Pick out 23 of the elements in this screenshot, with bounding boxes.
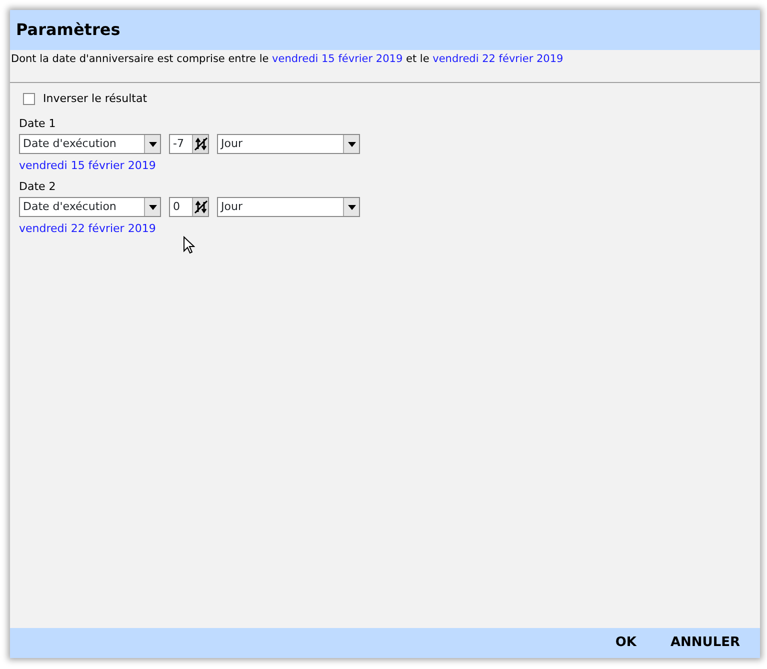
spin-arrows-icon [194,137,208,151]
offset-spinner[interactable]: -7 [169,134,209,154]
ok-button[interactable]: OK [615,633,636,653]
date-label: Date 2 [19,178,57,194]
dropdown-arrow-icon [348,142,356,146]
dropdown-arrow-icon [148,142,156,146]
cancel-button[interactable]: ANNULER [670,633,740,653]
offset-spinner[interactable]: 0 [169,197,209,217]
summary-text: Dont la date d'anniversaire est comprise entre le vendredi 15 février 2019 et le vendredi 22 février 2019 [11,53,564,65]
dropdown-arrow-icon [348,204,356,210]
spin-arrows-icon [194,200,208,214]
unit-dropdown[interactable]: Jour [217,197,360,217]
computed-date: vendredi 22 février 2019 [19,221,157,237]
reference-dropdown[interactable]: Date d'exécution [19,134,161,154]
cursor-icon [183,236,195,255]
checkbox-label: Inverser le résultat [43,91,148,107]
invert-checkbox[interactable] [23,93,35,106]
unit-dropdown[interactable]: Jour [217,134,360,154]
date-label: Date 1 [19,116,57,132]
reference-dropdown[interactable]: Date d'exécution [19,197,161,217]
computed-date: vendredi 15 février 2019 [19,158,157,174]
dropdown-arrow-icon [148,204,156,210]
window-title: Paramètres [16,19,120,41]
